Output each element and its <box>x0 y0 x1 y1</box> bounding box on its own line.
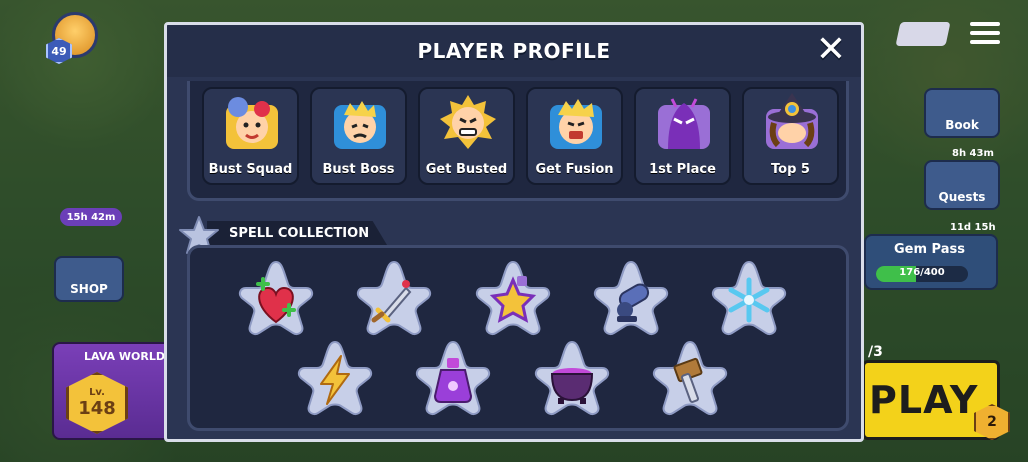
first-place-icon <box>654 93 714 151</box>
badges-panel: Bust Squad Bust Boss Get Busted Get Fusion 1… <box>187 81 849 201</box>
close-button[interactable]: ✕ <box>813 32 849 69</box>
badge-label: Get Busted <box>425 162 508 177</box>
hamburger-menu-icon[interactable] <box>968 18 1002 48</box>
quests-timer: 8h 43m <box>952 148 994 159</box>
lava-world-label: LAVA WORLD <box>84 350 165 363</box>
gem-pass-button[interactable]: Gem Pass 176/400 <box>864 234 998 290</box>
heal-heart-icon[interactable] <box>234 258 318 342</box>
event-timer: 15h 42m <box>60 208 122 226</box>
get-busted-icon <box>438 93 498 151</box>
badge-card[interactable]: Get Fusion <box>526 87 623 185</box>
gem-pass-progress-bar: 176/400 <box>876 266 968 282</box>
shop-button[interactable]: SHOP <box>54 256 124 302</box>
bust-squad-icon <box>222 93 282 151</box>
modal-header: PLAYER PROFILE ✕ <box>167 25 861 77</box>
cauldron-icon[interactable] <box>530 338 614 422</box>
cannon-icon[interactable] <box>589 258 673 342</box>
lightning-icon[interactable] <box>293 338 377 422</box>
badge-label: Bust Boss <box>322 162 395 177</box>
player-profile-modal: PLAYER PROFILE ✕ Bust Squad Bust Boss Get … <box>164 22 864 442</box>
modal-title: PLAYER PROFILE <box>417 39 611 63</box>
bust-boss-icon <box>330 93 390 151</box>
badge-card[interactable]: Top 5 <box>742 87 839 185</box>
badge-row: Bust Squad Bust Boss Get Busted Get Fusion 1… <box>202 87 839 185</box>
quests-button[interactable]: Quests <box>924 160 1000 210</box>
badge-card[interactable]: Bust Squad <box>202 87 299 185</box>
hammer-icon[interactable] <box>648 338 732 422</box>
sword-icon[interactable] <box>352 258 436 342</box>
lava-level-prefix: Lv. <box>89 387 105 398</box>
snowflake-icon[interactable] <box>707 258 791 342</box>
lava-level-badge: Lv. 148 <box>66 372 128 434</box>
badge-label: Get Fusion <box>535 162 614 177</box>
gem-pass-label: Gem Pass <box>894 242 965 257</box>
badge-card[interactable]: Bust Boss <box>310 87 407 185</box>
purple-potion-icon[interactable] <box>411 338 495 422</box>
badge-card[interactable]: Get Busted <box>418 87 515 185</box>
lava-world-banner[interactable]: LAVA WORLD Lv. 148 <box>52 342 172 440</box>
ticket-icon[interactable] <box>895 22 951 46</box>
spells-panel <box>187 245 849 431</box>
lava-level-number: 148 <box>78 398 116 419</box>
badge-label: Top 5 <box>771 162 810 177</box>
top-five-icon <box>762 93 822 151</box>
play-count: /3 <box>868 344 883 360</box>
get-fusion-icon <box>546 93 606 151</box>
spell-collection-title: SPELL COLLECTION <box>207 221 387 245</box>
gem-pass-timer: 11d 15h <box>950 222 996 233</box>
badge-label: 1st Place <box>649 162 716 177</box>
badge-card[interactable]: 1st Place <box>634 87 731 185</box>
book-button[interactable]: Book <box>924 88 1000 138</box>
star-potion-icon[interactable] <box>471 258 555 342</box>
spell-collection-header: SPELL COLLECTION <box>177 216 387 254</box>
gem-pass-progress-text: 176/400 <box>899 267 945 278</box>
badge-label: Bust Squad <box>208 162 293 177</box>
